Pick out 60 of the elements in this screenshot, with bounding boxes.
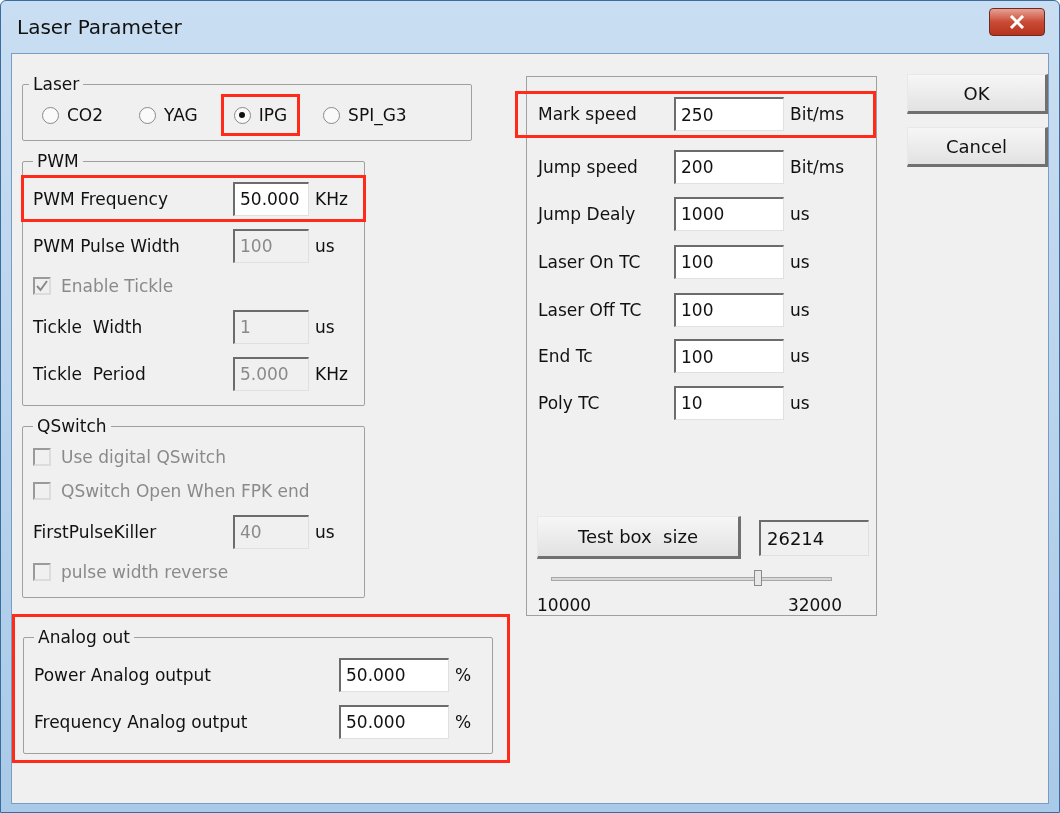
checkbox-label: Enable Tickle [61, 276, 174, 296]
radio-option[interactable]: CO2 [29, 94, 117, 136]
field-label: PWM Pulse Width [33, 235, 181, 256]
radio-option[interactable]: YAG [126, 94, 211, 136]
field-label: Poly TC [538, 392, 601, 413]
unit-label: KHz [314, 363, 349, 384]
unit-label: us [314, 316, 336, 337]
field-label: Jump speed [538, 156, 639, 177]
checkbox-label: Use digital QSwitch [61, 447, 226, 467]
unit-label: us [789, 203, 811, 224]
input-field[interactable]: 50.000 [339, 704, 449, 739]
radio-option[interactable]: IPG [220, 94, 301, 136]
field-label: Tickle Width [33, 316, 144, 337]
test-box-size-button[interactable]: Test box size [537, 516, 741, 560]
input-field[interactable]: 200 [674, 149, 784, 184]
slider-thumb[interactable] [754, 570, 763, 587]
group-title: QSwitch [36, 416, 108, 436]
field-label: PWM Frequency [33, 188, 169, 209]
slider-min-label: 10000 [537, 595, 592, 615]
field-label: End Tc [538, 346, 594, 367]
unit-label: us [314, 235, 336, 256]
dialog-button[interactable]: OK [907, 74, 1048, 114]
group-title: Analog out [37, 627, 131, 647]
value-box: 26214 [759, 519, 869, 556]
input-field[interactable]: 100 [674, 339, 784, 374]
unit-label: us [789, 251, 811, 272]
input-field[interactable]: 100 [674, 244, 784, 279]
input-field[interactable]: 100 [674, 292, 784, 327]
unit-label: Bit/ms [789, 156, 846, 177]
unit-label: us [314, 521, 336, 542]
dialog-button[interactable]: Cancel [907, 127, 1048, 167]
checkbox-label: pulse width reverse [61, 562, 229, 582]
field-label: Power Analog output [34, 664, 212, 685]
group-title: Laser [32, 74, 81, 94]
window-title: Laser Parameter [17, 15, 182, 39]
input-field[interactable]: 250 [674, 97, 784, 132]
field-label: Jump Dealy [538, 203, 637, 224]
slider-max-label: 32000 [787, 595, 842, 615]
field-label: Tickle Period [33, 363, 147, 384]
input-field[interactable]: 50.000 [339, 657, 449, 692]
unit-label: us [789, 299, 811, 320]
input-field[interactable]: 50.000 [233, 181, 309, 216]
close-icon [1009, 15, 1025, 29]
field-label: Frequency Analog output [34, 711, 249, 732]
field-label: Mark speed [538, 104, 638, 125]
unit-label: us [789, 392, 811, 413]
input-field[interactable]: 10 [674, 385, 784, 420]
unit-label: Bit/ms [789, 104, 846, 125]
checkbox-label: QSwitch Open When FPK end [61, 481, 310, 501]
input-field[interactable]: 1000 [674, 196, 784, 231]
unit-label: us [789, 346, 811, 367]
field-label: Laser Off TC [538, 299, 643, 320]
close-button[interactable] [989, 8, 1045, 36]
field-label: Laser On TC [538, 251, 642, 272]
radio-option[interactable]: SPI_G3 [310, 94, 420, 136]
unit-label: % [454, 711, 473, 732]
unit-label: KHz [314, 188, 349, 209]
group-title: PWM [36, 151, 80, 171]
field-label: FirstPulseKiller [33, 521, 158, 542]
unit-label: % [454, 664, 473, 685]
